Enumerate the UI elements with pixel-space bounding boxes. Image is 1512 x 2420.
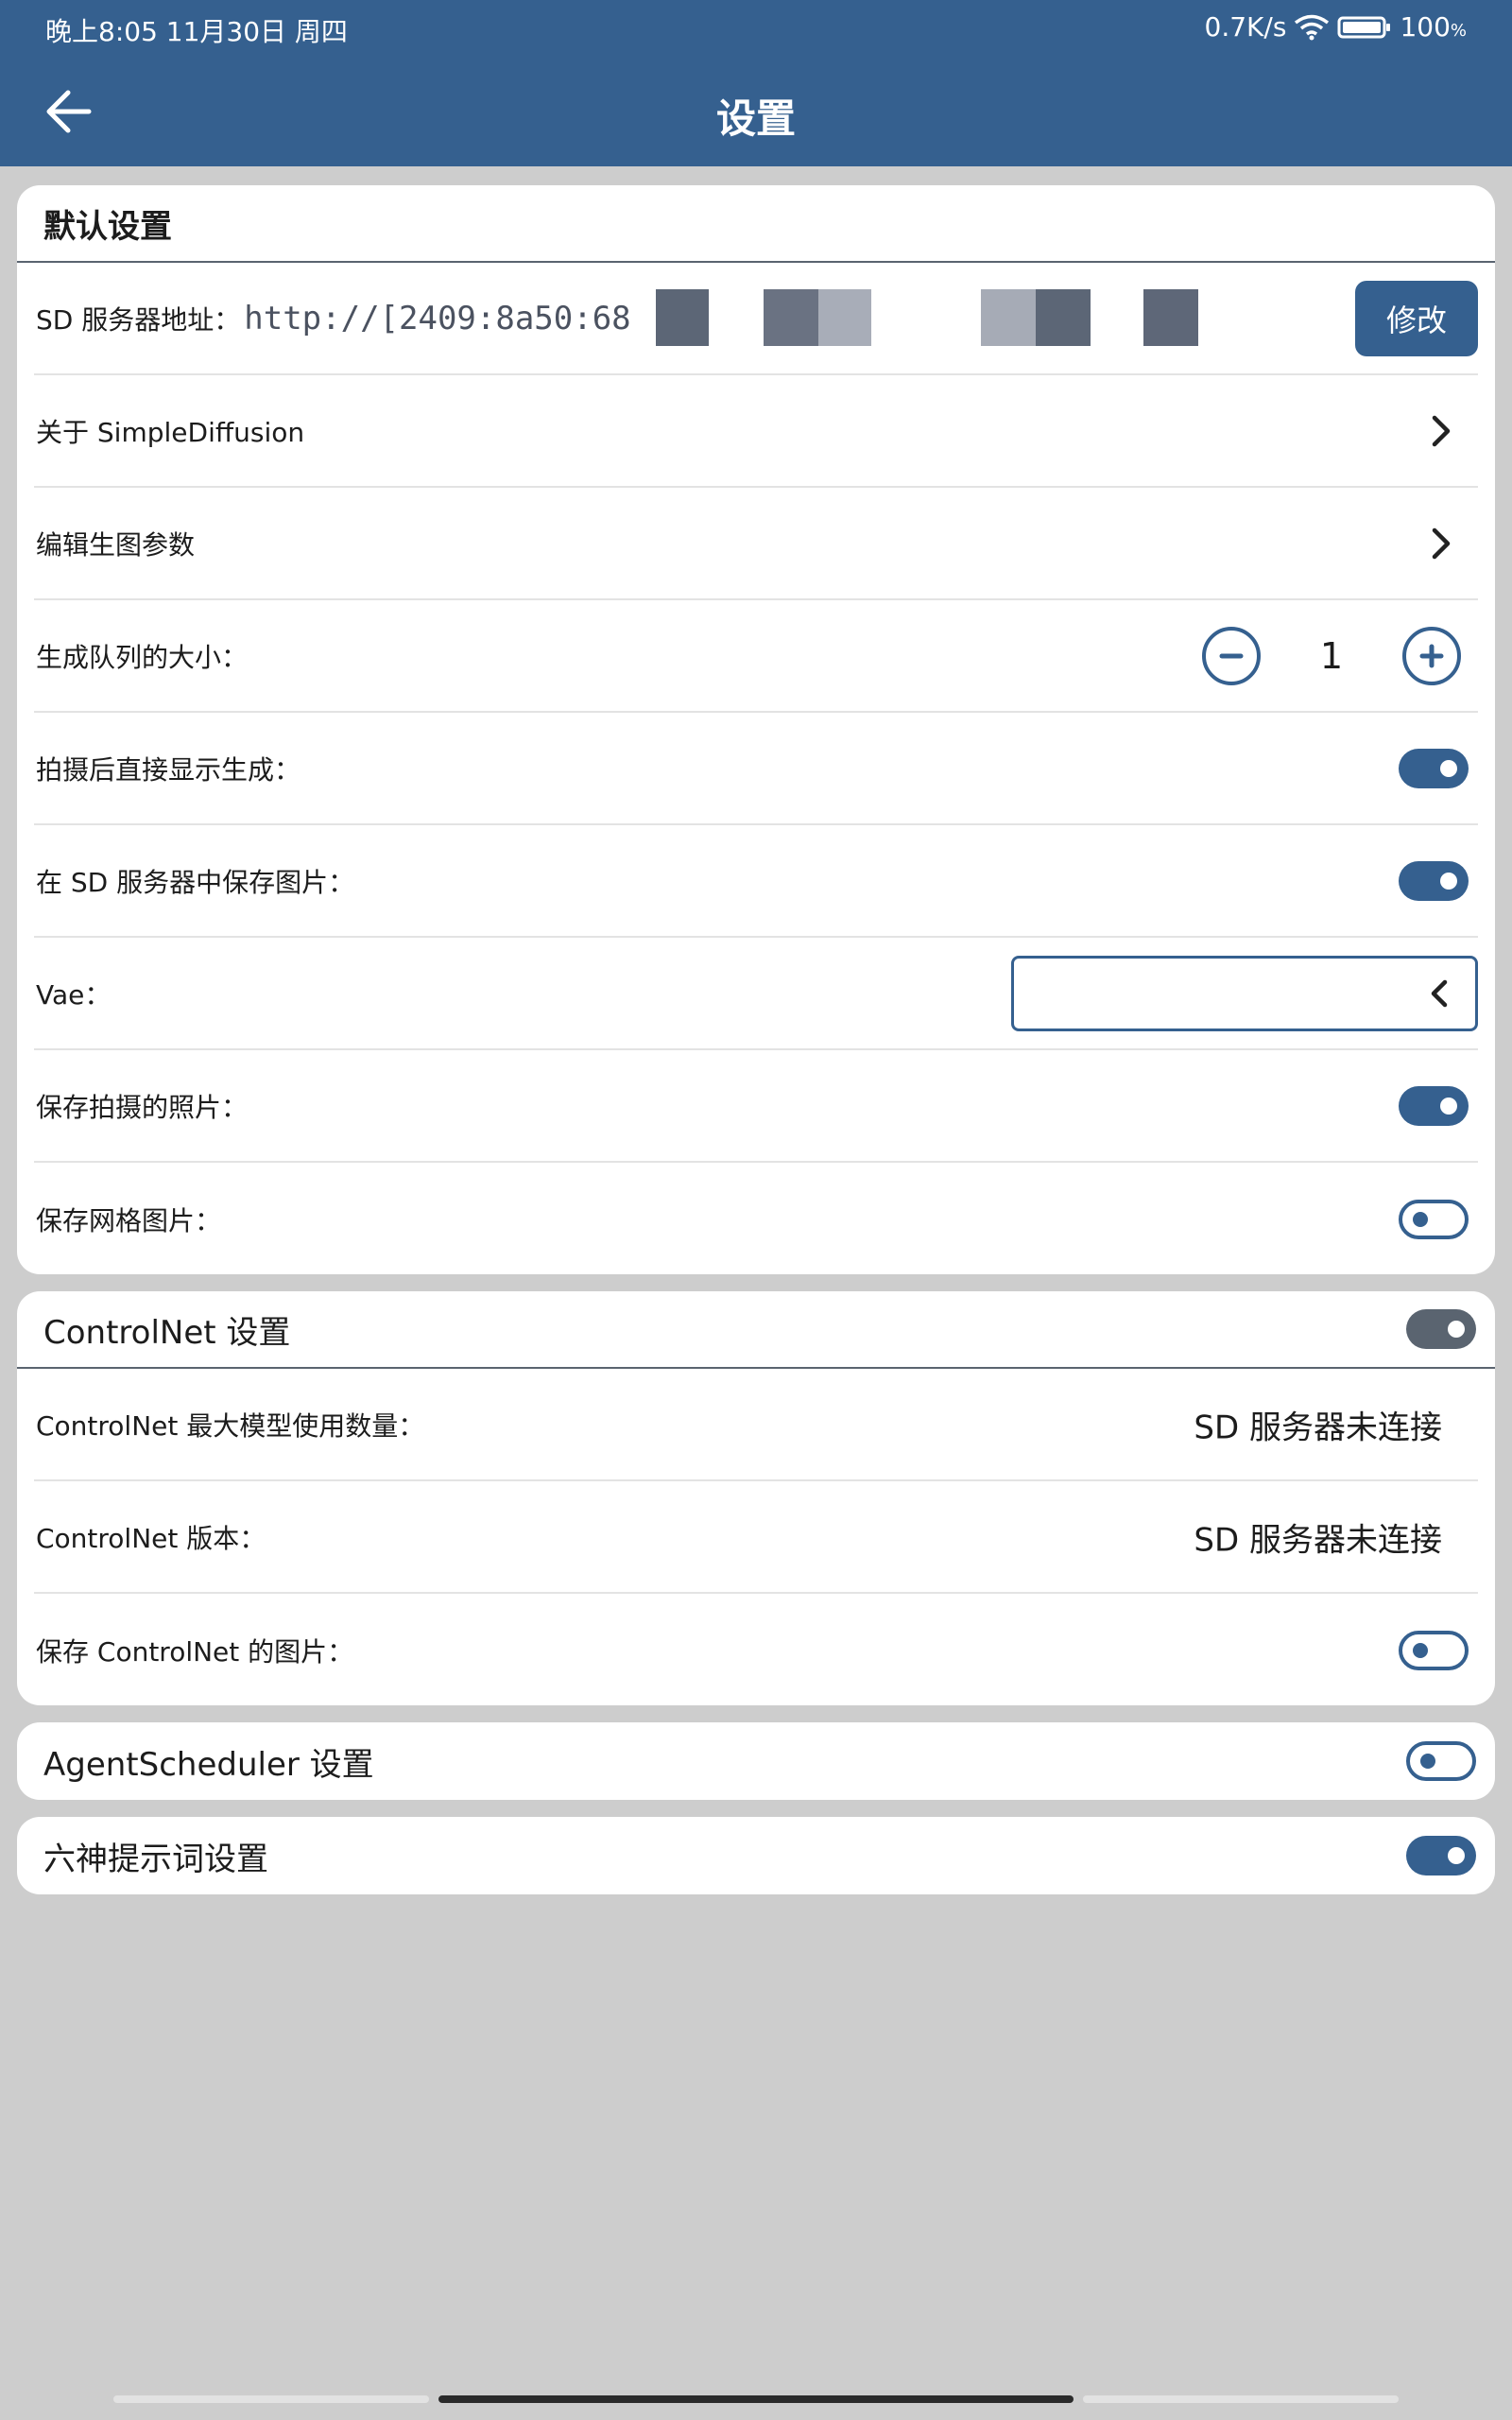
save-grid-row: 保存网格图片： (34, 1163, 1478, 1274)
controlnet-max-models-value: SD 服务器未连接 (1194, 1409, 1442, 1446)
prompt-settings-toggle[interactable] (1406, 1836, 1476, 1876)
controlnet-header: ControlNet 设置 (17, 1291, 1495, 1369)
wifi-icon (1294, 14, 1330, 41)
redaction-block (1143, 289, 1198, 346)
edit-params-row[interactable]: 编辑生图参数 (34, 488, 1478, 600)
agent-scheduler-header: AgentScheduler 设置 (17, 1722, 1495, 1800)
redaction-block (764, 289, 818, 346)
controlnet-toggle[interactable] (1406, 1309, 1476, 1349)
controlnet-version-value: SD 服务器未连接 (1194, 1521, 1442, 1559)
chevron-right-icon (1421, 412, 1459, 450)
show-after-capture-row: 拍摄后直接显示生成： (34, 713, 1478, 825)
queue-size-value: 1 (1319, 634, 1344, 677)
show-after-capture-label: 拍摄后直接显示生成： (36, 753, 301, 786)
page-title: 设置 (715, 95, 796, 142)
server-address-value: http://[2409:8a50:68 (244, 299, 631, 337)
save-on-server-label: 在 SD 服务器中保存图片： (36, 866, 355, 898)
controlnet-max-models-label: ControlNet 最大模型使用数量： (36, 1409, 425, 1442)
prompt-settings-header: 六神提示词设置 (17, 1817, 1495, 1894)
save-photo-row: 保存拍摄的照片： (34, 1050, 1478, 1163)
controlnet-header-label: ControlNet 设置 (43, 1313, 291, 1352)
redaction-block (981, 289, 1036, 346)
default-settings-header: 默认设置 (17, 185, 1495, 263)
edit-server-button[interactable]: 修改 (1355, 280, 1478, 356)
save-photo-label: 保存拍摄的照片： (36, 1091, 249, 1123)
prompt-settings-card: 六神提示词设置 (17, 1817, 1495, 1894)
save-grid-label: 保存网格图片： (36, 1204, 222, 1236)
redaction-block (1036, 289, 1091, 346)
save-photo-toggle[interactable] (1399, 1085, 1469, 1126)
chevron-right-icon (1421, 525, 1459, 562)
app-bar: 晚上8:05 11月30日 周四 0.7K/s 100% 设置 (0, 0, 1512, 166)
battery-icon (1337, 14, 1392, 41)
redaction-block (656, 289, 709, 346)
prompt-settings-label: 六神提示词设置 (43, 1840, 268, 1878)
save-grid-toggle[interactable] (1399, 1199, 1469, 1239)
controlnet-version-row: ControlNet 版本： SD 服务器未连接 (34, 1481, 1478, 1594)
minus-circle-icon[interactable] (1202, 626, 1261, 685)
controlnet-version-label: ControlNet 版本： (36, 1522, 266, 1554)
default-settings-card: 默认设置 SD 服务器地址： http://[2409:8a50:68 修改 关… (17, 185, 1495, 1274)
controlnet-save-images-row: 保存 ControlNet 的图片： (34, 1594, 1478, 1705)
save-on-server-row: 在 SD 服务器中保存图片： (34, 825, 1478, 938)
controlnet-card: ControlNet 设置 ControlNet 最大模型使用数量： SD 服务… (17, 1291, 1495, 1705)
status-time: 晚上8:05 11月30日 周四 (45, 16, 348, 47)
agent-scheduler-card: AgentScheduler 设置 (17, 1722, 1495, 1800)
vae-select[interactable] (1011, 955, 1478, 1031)
vae-row: Vae： (34, 938, 1478, 1050)
network-speed: 0.7K/s (1204, 11, 1287, 43)
queue-size-stepper: 1 (1202, 626, 1461, 685)
nav-handle-right (1083, 2395, 1399, 2403)
server-address-label: SD 服务器地址： (36, 303, 241, 336)
controlnet-save-images-toggle[interactable] (1399, 1630, 1469, 1670)
agent-scheduler-label: AgentScheduler 设置 (43, 1745, 374, 1784)
chevron-left-icon (1420, 975, 1458, 1012)
plus-circle-icon[interactable] (1402, 626, 1461, 685)
controlnet-save-images-label: 保存 ControlNet 的图片： (36, 1635, 354, 1668)
queue-size-row: 生成队列的大小： 1 (34, 600, 1478, 713)
server-address-row: SD 服务器地址： http://[2409:8a50:68 修改 (34, 263, 1478, 375)
about-row[interactable]: 关于 SimpleDiffusion (34, 375, 1478, 488)
show-after-capture-toggle[interactable] (1399, 748, 1469, 788)
agent-scheduler-toggle[interactable] (1406, 1741, 1476, 1781)
status-indicators: 0.7K/s 100% (1205, 11, 1467, 43)
edit-params-label: 编辑生图参数 (36, 528, 196, 561)
nav-handle[interactable] (438, 2395, 1074, 2403)
redaction-block (818, 289, 871, 346)
status-bar: 晚上8:05 11月30日 周四 0.7K/s 100% (0, 0, 1512, 57)
nav-handle-left (113, 2395, 429, 2403)
controlnet-max-models-row: ControlNet 最大模型使用数量： SD 服务器未连接 (34, 1369, 1478, 1481)
save-on-server-toggle[interactable] (1399, 860, 1469, 901)
queue-size-label: 生成队列的大小： (36, 641, 249, 673)
battery-level: 100% (1400, 11, 1467, 43)
about-label: 关于 SimpleDiffusion (36, 416, 305, 448)
vae-label: Vae： (36, 978, 112, 1011)
